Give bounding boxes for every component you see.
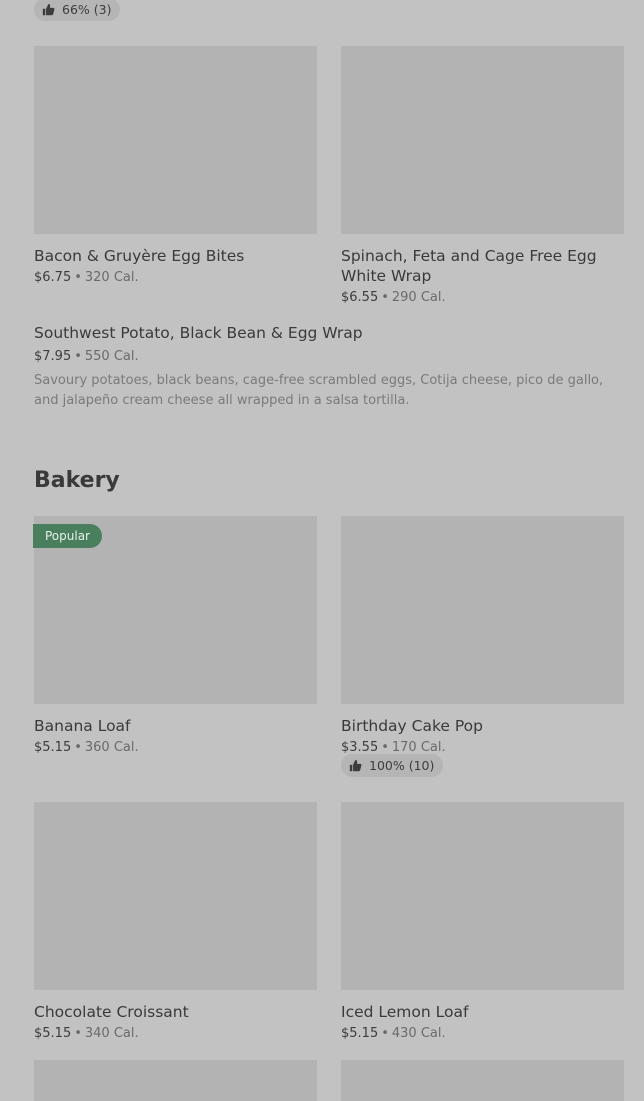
- menu-item-card[interactable]: Bacon & Gruyère Egg Bites $6.75 • 320 Cal.: [34, 46, 317, 286]
- menu-item-card[interactable]: Spinach, Feta and Cage Free Egg White Wr…: [341, 46, 624, 306]
- item-image[interactable]: [341, 46, 624, 234]
- item-name-line-2: White Wrap: [341, 267, 432, 285]
- separator-dot: •: [381, 740, 389, 755]
- item-meta: $5.15 • 360 Cal.: [34, 739, 317, 756]
- menu-item-card[interactable]: [34, 1060, 317, 1101]
- menu-item-card[interactable]: Popular Banana Loaf $5.15 • 360 Cal.: [33, 516, 317, 756]
- item-name: Chocolate Croissant: [34, 1003, 189, 1021]
- item-image[interactable]: [34, 46, 317, 234]
- item-meta: $7.95 • 550 Cal.: [34, 348, 609, 365]
- item-calories: 430 Cal.: [391, 1026, 446, 1041]
- item-name: Birthday Cake Pop: [341, 717, 483, 735]
- item-name: Banana Loaf: [34, 717, 131, 735]
- item-calories: 360 Cal.: [84, 740, 139, 755]
- item-image[interactable]: [34, 1060, 317, 1101]
- menu-list-item[interactable]: Southwest Potato, Black Bean & Egg Wrap …: [34, 323, 609, 411]
- item-name-line-1: Spinach, Feta and Cage Free Egg: [341, 247, 597, 265]
- menu-item-card[interactable]: Chocolate Croissant $5.15 • 340 Cal.: [34, 802, 317, 1042]
- item-image[interactable]: [341, 516, 624, 704]
- item-image[interactable]: [341, 1060, 624, 1101]
- item-image[interactable]: [34, 802, 317, 990]
- item-meta: $6.75 • 320 Cal.: [34, 269, 317, 286]
- item-calories: 290 Cal.: [391, 290, 446, 305]
- item-name: Bacon & Gruyère Egg Bites: [34, 247, 245, 265]
- separator-dot: •: [381, 1026, 389, 1041]
- item-meta: $5.15 • 340 Cal.: [34, 1025, 317, 1042]
- item-image[interactable]: Popular: [33, 516, 317, 704]
- item-name: Iced Lemon Loaf: [341, 1003, 469, 1021]
- separator-dot: •: [381, 290, 389, 305]
- item-image[interactable]: [341, 802, 624, 990]
- rating-text: 66% (3): [62, 2, 112, 17]
- item-calories: 340 Cal.: [84, 1026, 139, 1041]
- separator-dot: •: [74, 349, 82, 364]
- menu-item-card[interactable]: Iced Lemon Loaf $5.15 • 430 Cal.: [341, 802, 624, 1042]
- popular-badge: Popular: [33, 524, 102, 548]
- thumbs-up-icon: [349, 759, 362, 772]
- item-meta: $6.55 • 290 Cal.: [341, 289, 624, 306]
- rating-text: 100% (10): [369, 758, 435, 773]
- separator-dot: •: [74, 1026, 82, 1041]
- item-calories: 320 Cal.: [84, 270, 139, 285]
- item-price: $3.55: [341, 740, 379, 755]
- separator-dot: •: [74, 740, 82, 755]
- rating-pill: 66% (3): [34, 0, 121, 21]
- separator-dot: •: [74, 270, 82, 285]
- item-calories: 550 Cal.: [84, 349, 139, 364]
- thumbs-up-icon: [42, 3, 55, 16]
- item-calories: 170 Cal.: [391, 740, 446, 755]
- item-price: $5.15: [34, 740, 72, 755]
- menu-item-card[interactable]: [341, 1060, 624, 1101]
- item-name: Southwest Potato, Black Bean & Egg Wrap: [34, 324, 363, 342]
- section-title-bakery: Bakery: [34, 468, 120, 493]
- item-price: $5.15: [341, 1026, 379, 1041]
- item-price: $5.15: [34, 1026, 72, 1041]
- item-price: $7.95: [34, 349, 72, 364]
- rating-pill: 100% (10): [341, 754, 444, 777]
- menu-item-card[interactable]: Birthday Cake Pop $3.55 • 170 Cal.: [341, 516, 624, 756]
- item-meta: $5.15 • 430 Cal.: [341, 1025, 624, 1042]
- item-price: $6.75: [34, 270, 72, 285]
- item-name: Spinach, Feta and Cage Free Egg White Wr…: [341, 246, 624, 286]
- menu-page: 66% (3) Bacon & Gruyère Egg Bites $6.75 •…: [0, 0, 644, 1101]
- item-price: $6.55: [341, 290, 379, 305]
- item-description: Savoury potatoes, black beans, cage-free…: [34, 373, 604, 408]
